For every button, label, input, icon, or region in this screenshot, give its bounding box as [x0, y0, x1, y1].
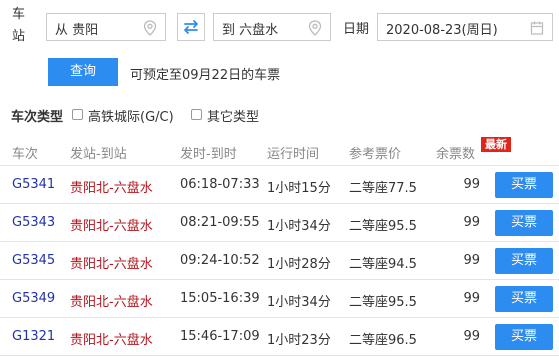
- duration: 1小时28分: [267, 257, 331, 272]
- duration: 1小时34分: [267, 219, 331, 234]
- duration: 1小时15分: [267, 181, 331, 196]
- depart-arrive-time: 09:24-10:52: [180, 253, 260, 268]
- buy-ticket-button[interactable]: 买票: [495, 286, 553, 312]
- other-types-option-label: 其它类型: [207, 110, 260, 125]
- header-train: 车次: [12, 147, 39, 162]
- station-label-char1: 车: [12, 7, 26, 22]
- table-row: G5341 贵阳北-六盘水 06:18-07:33 1小时15分 二等座77.5…: [0, 166, 559, 204]
- high-speed-option-label: 高铁城际(G/C): [88, 110, 174, 125]
- depart-arrive-time: 06:18-07:33: [180, 177, 260, 192]
- header-tickets-left: 余票数: [436, 147, 476, 162]
- date-value: 2020-08-23(周日): [386, 23, 498, 38]
- header-duration: 运行时间: [267, 147, 320, 162]
- buy-ticket-button[interactable]: 买票: [495, 324, 553, 350]
- station-label-char2: 站: [12, 29, 26, 44]
- price: 二等座77.5: [349, 181, 417, 196]
- station-label: 车 站: [12, 6, 25, 46]
- route: 贵阳北-六盘水: [70, 219, 153, 234]
- route: 贵阳北-六盘水: [70, 257, 153, 272]
- route: 贵阳北-六盘水: [70, 333, 153, 348]
- to-station-input[interactable]: 到 六盘水: [213, 13, 331, 41]
- depart-arrive-time: 08:21-09:55: [180, 215, 260, 230]
- from-station-input[interactable]: 从 贵阳: [46, 13, 166, 41]
- presale-note: 可预定至09月22日的车票: [130, 68, 281, 83]
- table-row: G5345 贵阳北-六盘水 09:24-10:52 1小时28分 二等座94.5…: [0, 242, 559, 280]
- depart-arrive-time: 15:46-17:09: [180, 329, 260, 344]
- tickets-left: 99: [463, 215, 480, 230]
- table-row: G1321 贵阳北-六盘水 15:46-17:09 1小时23分 二等座96.5…: [0, 318, 559, 356]
- route: 贵阳北-六盘水: [70, 181, 153, 196]
- date-input[interactable]: 2020-08-23(周日): [377, 13, 553, 41]
- tickets-left: 99: [463, 329, 480, 344]
- swap-arrows-icon: [184, 20, 198, 34]
- new-badge: 最新: [481, 137, 511, 152]
- train-number[interactable]: G5343: [12, 215, 55, 230]
- buy-ticket-button[interactable]: 买票: [495, 248, 553, 274]
- train-number[interactable]: G1321: [12, 329, 55, 344]
- tickets-left: 99: [463, 253, 480, 268]
- calendar-icon: [530, 21, 544, 35]
- header-price: 参考票价: [349, 147, 402, 162]
- location-pin-icon: [143, 20, 157, 36]
- tickets-left: 99: [463, 291, 480, 306]
- other-types-checkbox[interactable]: [191, 109, 202, 120]
- table-row: G5343 贵阳北-六盘水 08:21-09:55 1小时34分 二等座95.5…: [0, 204, 559, 242]
- date-label: 日期: [343, 22, 370, 37]
- train-type-label: 车次类型: [11, 110, 64, 125]
- train-number[interactable]: G5345: [12, 253, 55, 268]
- depart-arrive-time: 15:05-16:39: [180, 291, 260, 306]
- duration: 1小时23分: [267, 333, 331, 348]
- swap-stations-button[interactable]: [177, 13, 205, 41]
- train-number[interactable]: G5349: [12, 291, 55, 306]
- header-route: 发站-到站: [70, 147, 127, 162]
- duration: 1小时34分: [267, 295, 331, 310]
- location-pin-icon: [308, 20, 322, 36]
- price: 二等座94.5: [349, 257, 417, 272]
- high-speed-checkbox[interactable]: [72, 109, 83, 120]
- to-station-value: 到 六盘水: [222, 23, 279, 38]
- price: 二等座95.5: [349, 219, 417, 234]
- from-station-value: 从 贵阳: [55, 23, 99, 38]
- table-row: G5349 贵阳北-六盘水 15:05-16:39 1小时34分 二等座95.5…: [0, 280, 559, 318]
- buy-ticket-button[interactable]: 买票: [495, 172, 553, 198]
- tickets-left: 99: [463, 177, 480, 192]
- header-time: 发时-到时: [180, 147, 237, 162]
- price: 二等座95.5: [349, 295, 417, 310]
- buy-ticket-button[interactable]: 买票: [495, 210, 553, 236]
- route: 贵阳北-六盘水: [70, 295, 153, 310]
- query-button[interactable]: 查询: [48, 58, 118, 86]
- train-number[interactable]: G5341: [12, 177, 55, 192]
- price: 二等座96.5: [349, 333, 417, 348]
